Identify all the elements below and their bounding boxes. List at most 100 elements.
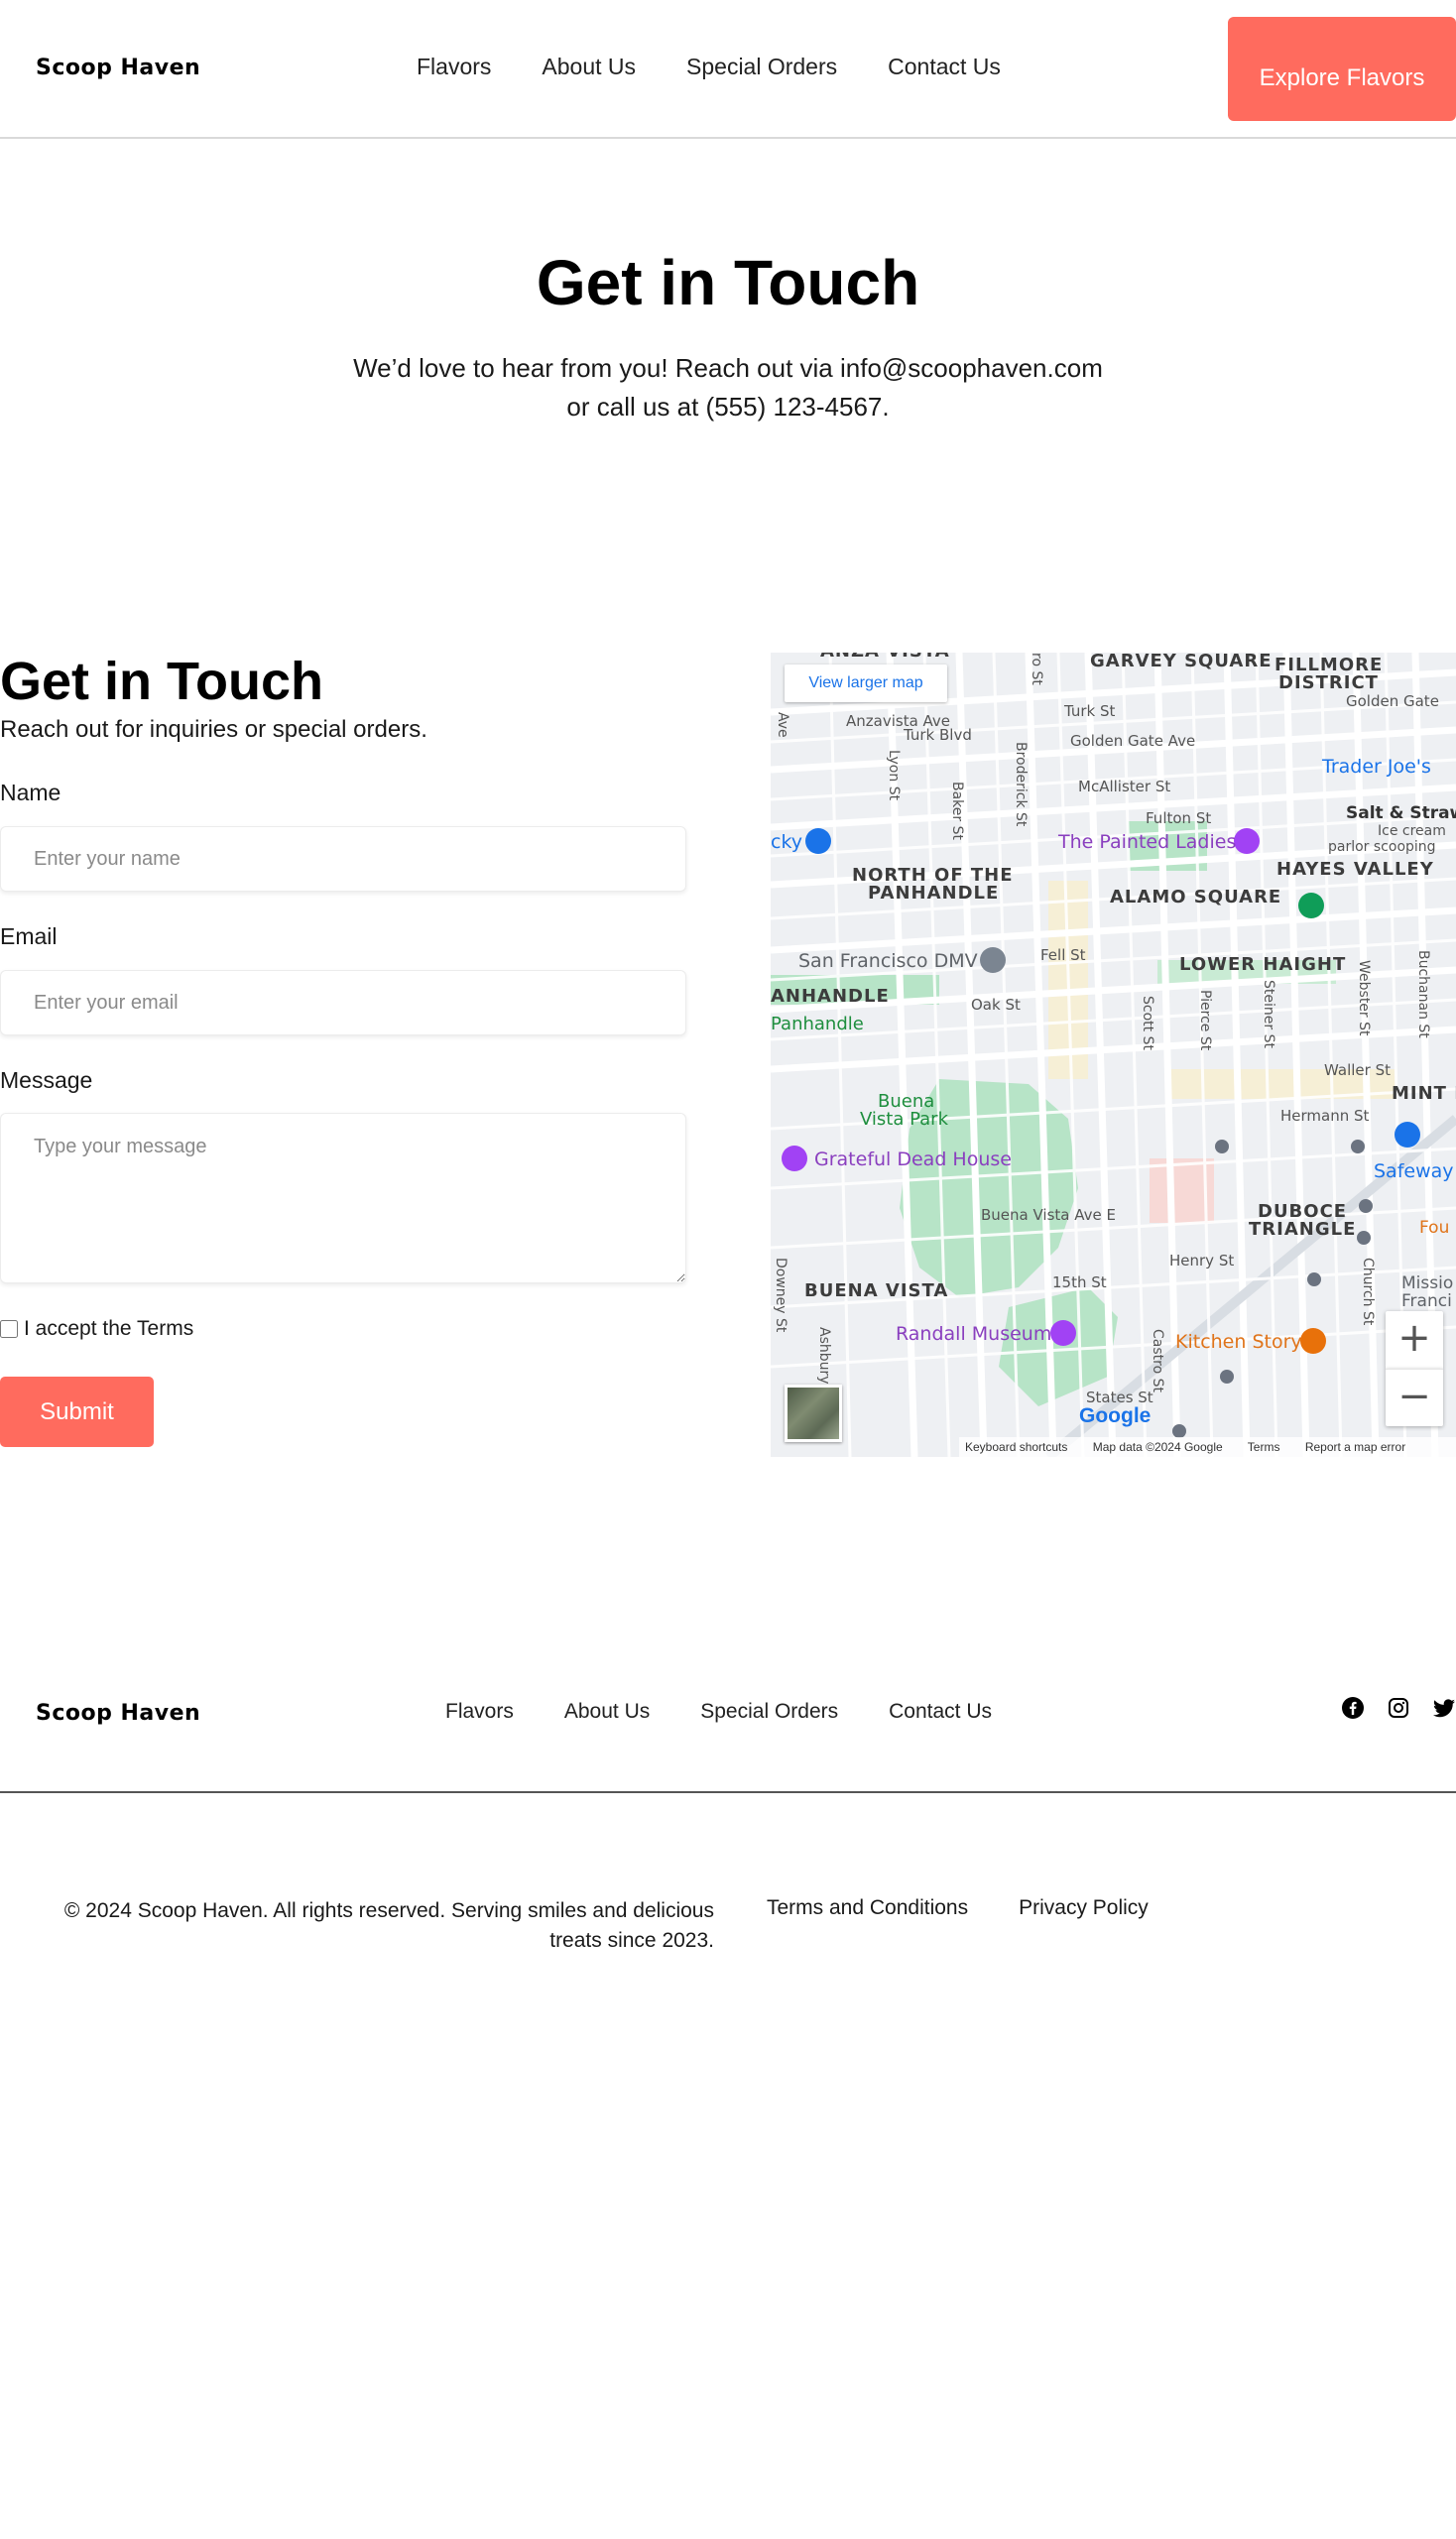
map-street-label: Hermann St: [1280, 1107, 1370, 1125]
zoom-in-button[interactable]: +: [1386, 1311, 1443, 1369]
map-district-label: MINT H: [1392, 1083, 1456, 1104]
email-input[interactable]: [0, 970, 686, 1035]
map-street-label: Fell St: [1040, 946, 1086, 964]
terms-and-conditions-link[interactable]: Terms and Conditions: [767, 1896, 968, 1920]
map-street-label: Broderick St: [1013, 742, 1029, 827]
map-street-label: McAllister St: [1078, 778, 1171, 795]
zoom-out-button[interactable]: −: [1386, 1369, 1443, 1426]
map-street-label: Ave: [775, 712, 790, 738]
keyboard-shortcuts-link[interactable]: Keyboard shortcuts: [965, 1440, 1067, 1454]
main-nav: Flavors About Us Special Orders Contact …: [417, 54, 1051, 80]
grateful-dead-marker-icon: [782, 1146, 807, 1171]
map-data-text: Map data ©2024 Google: [1092, 1440, 1223, 1454]
site-logo[interactable]: Scoop Haven: [36, 56, 200, 80]
map-district-label: GARVEY SQUARE: [1090, 653, 1273, 671]
map-street-label: 15th St: [1052, 1273, 1107, 1291]
footer-logo[interactable]: Scoop Haven: [36, 1701, 200, 1726]
footer-top: Scoop Haven Flavors About Us Special Ord…: [0, 1676, 1456, 1793]
map-street-label: Anzavista Ave: [846, 712, 951, 730]
hero-subtitle-line-2: or call us at (555) 123-4567.: [566, 392, 890, 422]
kitchen-story-marker-icon: [1300, 1328, 1326, 1354]
terms-label[interactable]: I accept the Terms: [24, 1317, 193, 1341]
poi-mission-2: Franci: [1401, 1291, 1452, 1311]
map-district-label: PANHANDLE: [868, 883, 1000, 904]
contact-form-subtitle: Reach out for inquiries or special order…: [0, 716, 427, 743]
twitter-icon[interactable]: [1432, 1696, 1456, 1720]
poi-mission: Missio: [1401, 1273, 1454, 1293]
footer-nav-about-us[interactable]: About Us: [564, 1700, 650, 1724]
poi-randall-museum[interactable]: Randall Museum: [896, 1323, 1051, 1345]
poi-kitchen-story[interactable]: Kitchen Story: [1175, 1331, 1302, 1353]
nav-flavors[interactable]: Flavors: [417, 54, 491, 80]
satellite-toggle[interactable]: [785, 1385, 842, 1442]
shopping-marker-icon: [805, 828, 831, 854]
map-street-label: Turk St: [1064, 702, 1116, 720]
poi-buena-vista-park-2: Vista Park: [860, 1109, 949, 1130]
map-district-label: DISTRICT: [1278, 672, 1379, 693]
view-larger-map-link[interactable]: View larger map: [785, 665, 947, 702]
terms-row: I accept the Terms: [0, 1317, 193, 1341]
copyright-text: © 2024 Scoop Haven. All rights reserved.…: [20, 1896, 714, 1956]
name-label: Name: [0, 780, 61, 805]
footer-nav-special-orders[interactable]: Special Orders: [700, 1700, 838, 1724]
poi-safeway[interactable]: Safeway: [1374, 1160, 1454, 1182]
map-street-label: Steiner St: [1261, 980, 1276, 1048]
name-input[interactable]: [0, 826, 686, 892]
contact-form-title: Get in Touch: [0, 652, 323, 711]
map-street-label: ro St: [1029, 653, 1044, 685]
embedded-map[interactable]: GARVEY SQUARE FILLMORE DISTRICT NORTH OF…: [771, 653, 1456, 1457]
poi-salt-and-straw-desc: parlor scooping: [1328, 839, 1436, 855]
poi-sf-dmv[interactable]: San Francisco DMV: [798, 950, 978, 972]
map-street-label: Scott St: [1140, 996, 1155, 1050]
legal-links: Terms and Conditions Privacy Policy: [767, 1896, 1199, 1920]
map-street-label: Castro St: [1150, 1329, 1165, 1392]
poi-salt-and-straw-type: Ice cream: [1378, 823, 1446, 839]
message-label: Message: [0, 1067, 93, 1093]
poi-grateful-dead-house[interactable]: Grateful Dead House: [814, 1149, 1012, 1170]
explore-flavors-button[interactable]: Explore Flavors: [1228, 17, 1456, 121]
green-marker-icon: [1298, 893, 1324, 918]
map-street-label: Henry St: [1169, 1252, 1235, 1270]
map-district-label: LOWER HAIGHT: [1179, 954, 1347, 975]
email-label: Email: [0, 923, 58, 949]
map-district-label: HAYES VALLEY: [1276, 859, 1434, 880]
footer-nav: Flavors About Us Special Orders Contact …: [445, 1700, 1042, 1724]
poi-trader-joes[interactable]: Trader Joe's: [1322, 756, 1431, 778]
map-district-label: ANHANDLE: [771, 986, 890, 1007]
map-district-label: BUENA VISTA: [804, 1280, 949, 1301]
map-street-label: Webster St: [1356, 960, 1372, 1036]
google-logo: Google: [1079, 1404, 1152, 1427]
copyright-line-2: treats since 2023.: [549, 1929, 714, 1952]
map-street-label: Buchanan St: [1415, 950, 1431, 1038]
message-textarea[interactable]: [0, 1113, 686, 1283]
map-attribution: Keyboard shortcuts Map data ©2024 Google…: [959, 1437, 1456, 1457]
terms-checkbox[interactable]: [0, 1320, 18, 1338]
poi-painted-ladies[interactable]: The Painted Ladies: [1058, 831, 1236, 853]
footer-nav-flavors[interactable]: Flavors: [445, 1700, 514, 1724]
map-street-label: Golden Gate: [1346, 692, 1439, 710]
nav-about-us[interactable]: About Us: [542, 54, 636, 80]
site-header: Scoop Haven Flavors About Us Special Ord…: [0, 0, 1456, 139]
safeway-marker-icon: [1395, 1122, 1420, 1148]
report-map-error-link[interactable]: Report a map error: [1305, 1440, 1405, 1454]
hero-subtitle-line-1: We’d love to hear from you! Reach out vi…: [353, 353, 1103, 383]
social-links: [1341, 1696, 1456, 1720]
map-street-label: Pierce St: [1197, 990, 1213, 1051]
map-street-label: Church St: [1360, 1258, 1376, 1326]
nav-contact-us[interactable]: Contact Us: [888, 54, 1001, 80]
footer-nav-contact-us[interactable]: Contact Us: [889, 1700, 992, 1724]
map-terms-link[interactable]: Terms: [1248, 1440, 1280, 1454]
map-street-label: Buena Vista Ave E: [981, 1206, 1116, 1224]
hero-subtitle: We’d love to hear from you! Reach out vi…: [0, 349, 1456, 426]
facebook-icon[interactable]: [1341, 1696, 1365, 1720]
poi-panhandle: Panhandle: [771, 1014, 864, 1034]
poi-fou: Fou: [1419, 1218, 1450, 1238]
submit-button[interactable]: Submit: [0, 1377, 154, 1447]
nav-special-orders[interactable]: Special Orders: [686, 54, 837, 80]
poi-salt-and-straw[interactable]: Salt & Straw: [1346, 803, 1456, 823]
map-district-label: ALAMO SQUARE: [1110, 887, 1282, 907]
privacy-policy-link[interactable]: Privacy Policy: [1019, 1896, 1149, 1920]
copyright-line-1: © 2024 Scoop Haven. All rights reserved.…: [63, 1899, 714, 1922]
instagram-icon[interactable]: [1387, 1696, 1410, 1720]
painted-ladies-marker-icon: [1234, 828, 1260, 854]
